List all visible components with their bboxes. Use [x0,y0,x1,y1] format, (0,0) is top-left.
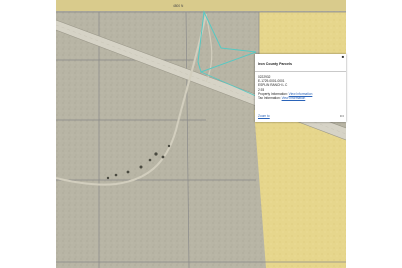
popup-title: Iron County Parcels [258,62,292,66]
parcel-popup: Iron County Parcels ■ 0222932 E-1729-000… [255,54,346,122]
aerial-map[interactable] [56,0,346,268]
road-label: 4800 N [173,4,184,8]
zoom-to-link[interactable]: Zoom to [258,114,270,118]
popup-header: Iron County Parcels ■ [255,54,346,72]
screenshot-frame: 4800 N Iron County Parcels ■ 0222932 E-1… [0,0,402,268]
close-icon[interactable]: ■ [341,55,345,59]
popup-body: 0222932 E-1729-0001-0001 ESPLIN RANCH L … [258,75,312,100]
more-menu-icon[interactable]: ••• [340,114,344,118]
tax-info-label: Tax Information: [258,96,281,101]
map-viewport[interactable] [56,0,346,268]
tax-info-link[interactable]: View Information [282,96,306,100]
highlighted-strip-top [56,0,346,11]
tax-info-row: Tax Information: View Information [258,96,312,100]
